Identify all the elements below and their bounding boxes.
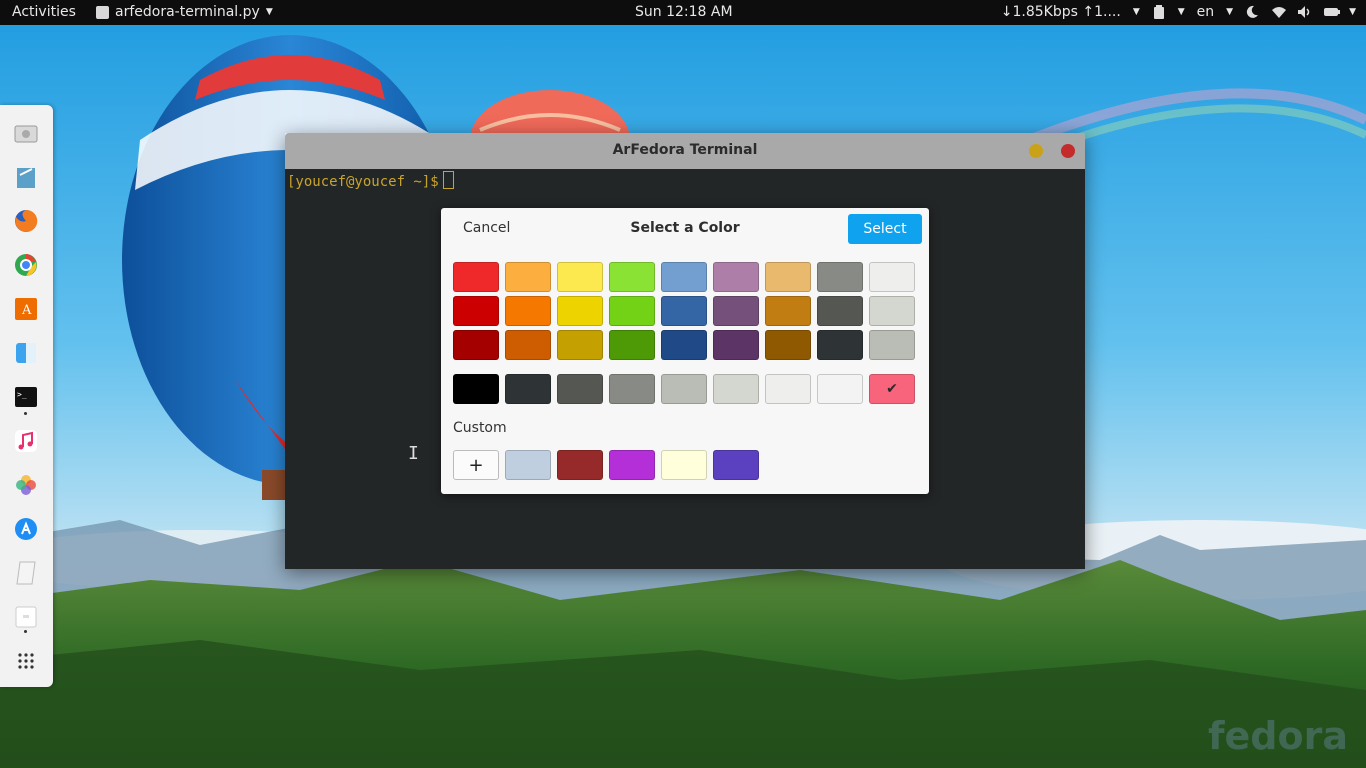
color-swatch[interactable] bbox=[765, 262, 811, 292]
color-swatch[interactable] bbox=[505, 262, 551, 292]
grey-swatch[interactable] bbox=[609, 374, 655, 404]
color-swatch[interactable] bbox=[869, 296, 915, 326]
color-swatch[interactable] bbox=[661, 296, 707, 326]
network-speed-indicator[interactable]: ↓1.85Kbps ↑1.... bbox=[1001, 4, 1121, 20]
custom-color-swatch[interactable] bbox=[661, 450, 707, 480]
color-swatch[interactable] bbox=[713, 262, 759, 292]
selected-color-swatch[interactable]: ✔ bbox=[869, 374, 915, 404]
color-swatch[interactable] bbox=[765, 296, 811, 326]
files-icon[interactable] bbox=[13, 340, 39, 366]
color-swatch[interactable] bbox=[609, 262, 655, 292]
mouse-ibeam-icon: I bbox=[408, 443, 419, 464]
grey-swatch[interactable] bbox=[557, 374, 603, 404]
chevron-down-icon[interactable]: ▼ bbox=[1226, 7, 1233, 17]
arduino-icon[interactable]: A bbox=[13, 296, 39, 322]
volume-icon[interactable] bbox=[1297, 5, 1311, 19]
custom-color-swatch[interactable] bbox=[505, 450, 551, 480]
battery-icon[interactable] bbox=[1323, 5, 1341, 19]
clipboard-icon[interactable] bbox=[1152, 5, 1166, 19]
grey-swatch[interactable] bbox=[817, 374, 863, 404]
system-menu-chevron-icon[interactable]: ▼ bbox=[1349, 7, 1356, 17]
checkmark-icon: ✔ bbox=[886, 381, 898, 397]
terminal-titlebar[interactable]: ArFedora Terminal bbox=[285, 133, 1085, 169]
app-menu[interactable]: arfedora-terminal.py ▼ bbox=[96, 4, 273, 20]
custom-label: Custom bbox=[453, 420, 507, 436]
color-swatch[interactable] bbox=[817, 330, 863, 360]
app-menu-icon bbox=[96, 5, 109, 19]
color-swatch[interactable] bbox=[869, 262, 915, 292]
wifi-icon[interactable] bbox=[1271, 5, 1287, 19]
color-swatch[interactable] bbox=[713, 296, 759, 326]
fedora-watermark: fedora bbox=[1208, 714, 1348, 758]
grey-swatch[interactable] bbox=[713, 374, 759, 404]
prompt-text: [youcef@youcef ~]$ bbox=[287, 174, 439, 190]
document-icon[interactable] bbox=[13, 604, 39, 630]
color-swatch[interactable] bbox=[609, 296, 655, 326]
running-indicator bbox=[24, 630, 27, 633]
color-swatch[interactable] bbox=[505, 296, 551, 326]
text-cursor bbox=[442, 171, 454, 189]
app-store-icon[interactable] bbox=[13, 516, 39, 542]
custom-color-swatch[interactable] bbox=[609, 450, 655, 480]
color-swatch[interactable] bbox=[557, 330, 603, 360]
grey-swatch[interactable] bbox=[765, 374, 811, 404]
color-swatch[interactable] bbox=[557, 262, 603, 292]
running-indicator bbox=[24, 412, 27, 415]
color-swatch[interactable] bbox=[609, 330, 655, 360]
prompt-line: [youcef@youcef ~]$ bbox=[287, 171, 454, 190]
color-swatch[interactable] bbox=[817, 296, 863, 326]
firefox-icon[interactable] bbox=[13, 208, 39, 234]
grey-swatch[interactable] bbox=[453, 374, 499, 404]
add-custom-color-button[interactable]: + bbox=[453, 450, 499, 480]
text-editor-icon[interactable] bbox=[13, 164, 39, 190]
color-swatch[interactable] bbox=[557, 296, 603, 326]
night-light-icon bbox=[1245, 5, 1259, 19]
activities-button[interactable]: Activities bbox=[12, 4, 76, 20]
cancel-button[interactable]: Cancel bbox=[463, 220, 510, 236]
terminal-icon[interactable]: >_ bbox=[13, 384, 39, 410]
color-swatch[interactable] bbox=[765, 330, 811, 360]
grey-swatch[interactable] bbox=[505, 374, 551, 404]
color-swatch[interactable] bbox=[869, 330, 915, 360]
color-swatch[interactable] bbox=[661, 330, 707, 360]
chevron-down-icon[interactable]: ▼ bbox=[1133, 7, 1140, 17]
language-indicator[interactable]: en bbox=[1197, 4, 1215, 20]
app-menu-label: arfedora-terminal.py bbox=[115, 4, 260, 20]
grey-swatch[interactable] bbox=[661, 374, 707, 404]
close-button[interactable] bbox=[1061, 144, 1075, 158]
color-swatch[interactable] bbox=[453, 330, 499, 360]
chevron-down-icon: ▼ bbox=[265, 7, 273, 17]
show-apps-icon[interactable] bbox=[13, 648, 39, 674]
color-swatch[interactable] bbox=[505, 330, 551, 360]
custom-color-swatch[interactable] bbox=[713, 450, 759, 480]
svg-text:>_: >_ bbox=[17, 390, 27, 399]
chrome-icon[interactable] bbox=[13, 252, 39, 278]
dock: A >_ bbox=[0, 105, 53, 687]
terminal-title: ArFedora Terminal bbox=[612, 142, 758, 158]
notes-icon[interactable] bbox=[13, 560, 39, 586]
custom-color-swatch[interactable] bbox=[557, 450, 603, 480]
color-chooser-dialog: Select a Color Cancel Select ✔ Custom + bbox=[441, 208, 929, 494]
color-swatch[interactable] bbox=[453, 296, 499, 326]
minimize-button[interactable] bbox=[1029, 144, 1043, 158]
music-icon[interactable] bbox=[13, 428, 39, 454]
color-swatch[interactable] bbox=[817, 262, 863, 292]
svg-text:A: A bbox=[21, 303, 32, 318]
photos-icon[interactable] bbox=[13, 472, 39, 498]
top-bar: Activities arfedora-terminal.py ▼ Sun 12… bbox=[0, 0, 1366, 25]
system-tray: ↓1.85Kbps ↑1.... ▼ ▼ en ▼ ▼ bbox=[1001, 4, 1356, 20]
screenshot-icon[interactable] bbox=[13, 120, 39, 146]
select-button[interactable]: Select bbox=[848, 214, 922, 244]
chevron-down-icon[interactable]: ▼ bbox=[1178, 7, 1185, 17]
clock[interactable]: Sun 12:18 AM bbox=[635, 4, 733, 20]
color-swatch[interactable] bbox=[453, 262, 499, 292]
color-swatch[interactable] bbox=[713, 330, 759, 360]
color-swatch[interactable] bbox=[661, 262, 707, 292]
